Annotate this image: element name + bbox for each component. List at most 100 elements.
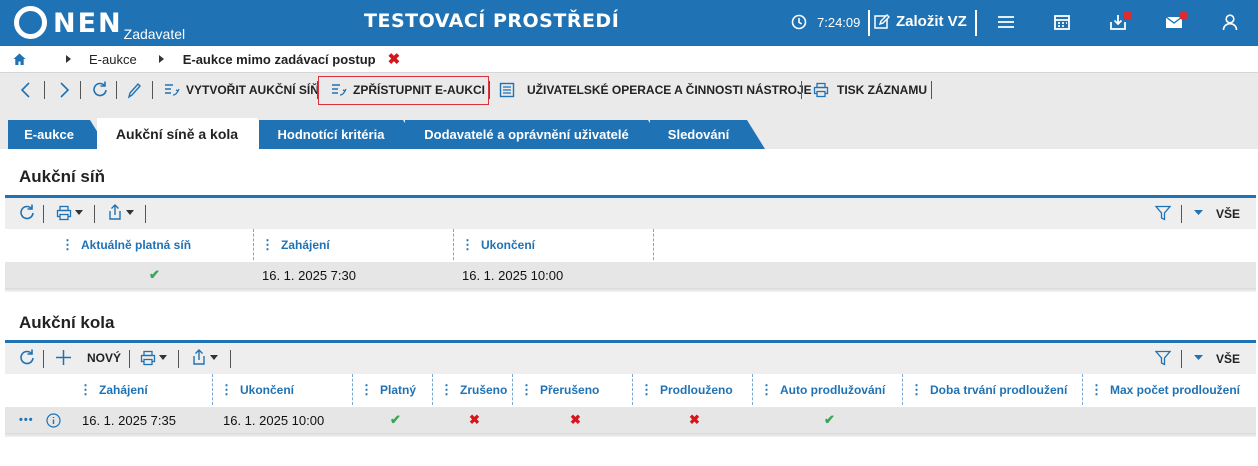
hall-grid-toolbar: VŠE bbox=[5, 198, 1256, 229]
column-end[interactable]: ⋮ Ukončení bbox=[220, 374, 294, 405]
publish-eauction-button[interactable]: ZPŘÍSTUPNIT E-AUKCI bbox=[331, 79, 485, 101]
cell-start: 16. 1. 2025 7:35 bbox=[82, 412, 176, 428]
extended-x-icon: ✖ bbox=[689, 412, 700, 427]
print-record-button[interactable]: TISK ZÁZNAMU bbox=[813, 79, 927, 101]
column-label: Zahájení bbox=[99, 382, 148, 397]
filter-icon[interactable] bbox=[1155, 350, 1171, 366]
create-hall-label: VYTVOŘIT AUKČNÍ SÍŇ bbox=[186, 83, 319, 97]
tab-criteria[interactable]: Hodnotící kritéria bbox=[259, 120, 421, 149]
column-divider bbox=[752, 374, 753, 405]
caret-down-icon bbox=[126, 209, 134, 215]
tab-bar: E-aukce Aukční síně a kola Hodnotící kri… bbox=[0, 105, 1258, 149]
toolbar-separator bbox=[1181, 205, 1182, 223]
refresh-icon[interactable] bbox=[18, 204, 36, 222]
toolbar-separator bbox=[489, 81, 490, 99]
create-vz-button[interactable]: Založit VZ bbox=[874, 13, 967, 30]
refresh-icon[interactable] bbox=[91, 79, 109, 101]
publish-eauction-label: ZPŘÍSTUPNIT E-AUKCI bbox=[353, 83, 485, 97]
column-cancelled[interactable]: ⋮ Zrušeno bbox=[440, 374, 507, 405]
menu-icon[interactable] bbox=[997, 13, 1015, 31]
print-dropdown[interactable] bbox=[140, 350, 167, 366]
action-toolbar: VYTVOŘIT AUKČNÍ SÍŇ ZPŘÍSTUPNIT E-AUKCI … bbox=[0, 72, 1258, 105]
caret-down-icon bbox=[210, 354, 218, 360]
interrupted-x-icon: ✖ bbox=[570, 412, 581, 427]
user-operations-button[interactable]: UŽIVATELSKÉ OPERACE A ČINNOSTI NÁSTROJE bbox=[499, 79, 812, 101]
column-start[interactable]: ⋮ Zahájení bbox=[261, 229, 330, 260]
document-list-icon bbox=[499, 82, 515, 98]
calendar-icon[interactable] bbox=[1053, 13, 1071, 31]
environment-title: TESTOVACÍ PROSTŘEDÍ bbox=[364, 10, 620, 32]
edit-icon bbox=[874, 13, 890, 29]
toolbar-separator bbox=[931, 81, 932, 99]
rounds-panel-title: Aukční kola bbox=[19, 313, 115, 332]
column-label: Zahájení bbox=[281, 237, 330, 252]
close-icon[interactable]: ✖ bbox=[388, 50, 401, 68]
toolbar-separator bbox=[44, 81, 45, 99]
toolbar-separator bbox=[145, 205, 146, 223]
nen-logo[interactable]: NEN Zadavatel bbox=[14, 6, 185, 42]
create-hall-button[interactable]: VYTVOŘIT AUKČNÍ SÍŇ bbox=[164, 79, 319, 101]
column-label: Max počet prodloužení bbox=[1110, 382, 1241, 397]
tab-suppliers[interactable]: Dodavatelé a oprávnění uživatelé bbox=[405, 120, 666, 149]
caret-down-icon[interactable] bbox=[1194, 355, 1203, 361]
filter-icon[interactable] bbox=[1155, 205, 1171, 221]
column-extend-duration[interactable]: ⋮ Doba trvání prodloužení bbox=[910, 374, 1067, 405]
print-dropdown[interactable] bbox=[56, 205, 83, 221]
column-start[interactable]: ⋮ Zahájení bbox=[79, 374, 148, 405]
print-record-label: TISK ZÁZNAMU bbox=[837, 83, 927, 97]
pencil-icon[interactable] bbox=[127, 79, 141, 101]
filter-all-label[interactable]: VŠE bbox=[1216, 207, 1240, 221]
tab-halls-rounds[interactable]: Aukční síně a kola bbox=[97, 118, 275, 149]
column-label: Ukončení bbox=[481, 237, 536, 252]
breadcrumb-separator bbox=[66, 55, 71, 63]
user-icon[interactable] bbox=[1221, 13, 1239, 31]
toolbar-separator bbox=[116, 81, 117, 99]
tab-eaukce[interactable]: E-aukce bbox=[8, 120, 108, 149]
toolbar-separator bbox=[178, 350, 179, 368]
table-row[interactable]: ••• 16. 1. 2025 7:35 16. 1. 2025 10:00 ✔… bbox=[5, 407, 1256, 433]
tab-label: Dodavatelé a oprávnění uživatelé bbox=[424, 127, 629, 142]
column-valid[interactable]: ⋮ Platný bbox=[360, 374, 416, 405]
column-end[interactable]: ⋮ Ukončení bbox=[461, 229, 535, 260]
create-vz-label: Založit VZ bbox=[896, 13, 967, 30]
table-row[interactable]: ✔ 16. 1. 2025 7:30 16. 1. 2025 10:00 bbox=[5, 262, 1256, 288]
toolbar-separator bbox=[43, 205, 44, 223]
column-max-extensions[interactable]: ⋮ Max počet prodloužení bbox=[1090, 374, 1240, 405]
column-divider bbox=[1082, 374, 1083, 405]
column-label: Auto prodlužování bbox=[780, 382, 886, 397]
new-round-label: NOVÝ bbox=[87, 350, 122, 365]
new-round-button[interactable]: NOVÝ bbox=[55, 349, 121, 366]
export-dropdown[interactable] bbox=[107, 204, 134, 221]
rounds-grid-toolbar: NOVÝ VŠE bbox=[5, 343, 1256, 374]
hall-grid-header: ⋮ Aktuálně platná síň ⋮ Zahájení ⋮ Ukončení bbox=[5, 229, 1256, 260]
tab-monitoring[interactable]: Sledování bbox=[650, 120, 765, 149]
breadcrumb: E-aukce E-aukce mimo zadávací postup ✖ bbox=[0, 46, 1258, 72]
caret-down-icon[interactable] bbox=[1194, 210, 1203, 216]
breadcrumb-eaukce[interactable]: E-aukce bbox=[89, 52, 137, 67]
column-current-hall[interactable]: ⋮ Aktuálně platná síň bbox=[61, 229, 191, 260]
column-interrupted[interactable]: ⋮ Přerušeno bbox=[520, 374, 599, 405]
filter-all-label[interactable]: VŠE bbox=[1216, 352, 1240, 366]
toolbar-separator bbox=[129, 350, 130, 368]
refresh-icon[interactable] bbox=[18, 349, 36, 367]
clock-icon bbox=[791, 14, 807, 30]
info-icon[interactable] bbox=[46, 413, 61, 428]
header-divider bbox=[975, 10, 977, 36]
more-options-icon[interactable]: ••• bbox=[19, 407, 34, 433]
column-label: Prodlouženo bbox=[660, 382, 733, 397]
toolbar-separator bbox=[80, 81, 81, 99]
back-icon[interactable] bbox=[19, 79, 33, 101]
column-divider bbox=[512, 374, 513, 405]
column-extended[interactable]: ⋮ Prodlouženo bbox=[640, 374, 733, 405]
column-divider bbox=[212, 374, 213, 405]
top-bar: NEN Zadavatel TESTOVACÍ PROSTŘEDÍ 7:24:0… bbox=[0, 0, 1258, 46]
home-icon[interactable] bbox=[13, 53, 26, 66]
export-dropdown[interactable] bbox=[191, 349, 218, 366]
forward-icon[interactable] bbox=[57, 79, 71, 101]
column-divider bbox=[352, 374, 353, 405]
column-auto-extend[interactable]: ⋮ Auto prodlužování bbox=[760, 374, 885, 405]
toolbar-separator bbox=[152, 81, 153, 99]
panel-shadow bbox=[5, 288, 1256, 292]
column-label: Ukončení bbox=[240, 382, 295, 397]
toolbar-separator bbox=[94, 205, 95, 223]
